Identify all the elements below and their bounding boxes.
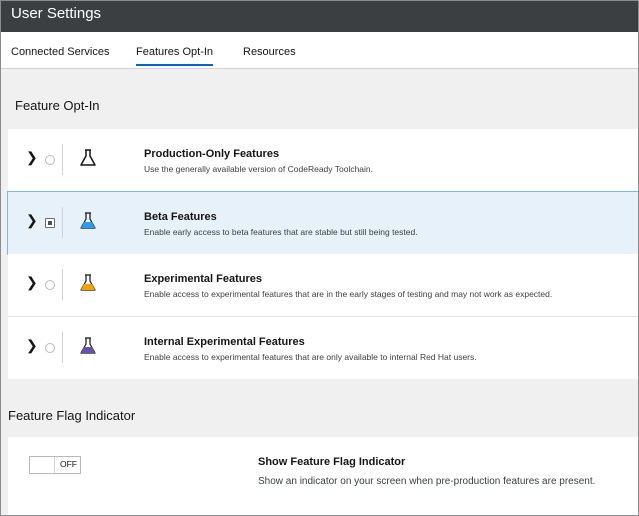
option-title: Experimental Features bbox=[144, 273, 262, 285]
divider bbox=[62, 332, 63, 363]
window-title: User Settings bbox=[11, 5, 102, 22]
radio-experimental[interactable] bbox=[45, 280, 55, 290]
flask-orange-icon bbox=[80, 274, 96, 291]
chevron-right-icon[interactable]: ❯ bbox=[26, 149, 38, 166]
divider bbox=[62, 269, 63, 300]
feature-flag-card: OFF Show Feature Flag Indicator Show an … bbox=[8, 437, 638, 515]
title-bar: User Settings bbox=[1, 1, 638, 32]
feature-optin-heading: Feature Opt-In bbox=[15, 98, 100, 113]
option-description: Enable early access to beta features tha… bbox=[144, 227, 418, 237]
tab-bar: Connected Services Features Opt-In Resou… bbox=[1, 32, 638, 69]
main-content: Feature Opt-In ❯ Production-Only Feature… bbox=[1, 69, 638, 515]
option-title: Beta Features bbox=[144, 211, 217, 223]
divider bbox=[62, 207, 63, 238]
radio-internal[interactable] bbox=[45, 343, 55, 353]
option-description: Use the generally available version of C… bbox=[144, 164, 374, 174]
divider bbox=[62, 144, 63, 175]
option-title: Internal Experimental Features bbox=[144, 336, 305, 348]
feature-flag-title: Show Feature Flag Indicator bbox=[258, 456, 406, 468]
option-row-production[interactable]: ❯ Production-Only Features Use the gener… bbox=[8, 129, 638, 192]
tab-connected-services[interactable]: Connected Services bbox=[11, 46, 109, 58]
radio-production[interactable] bbox=[45, 155, 55, 165]
option-row-beta[interactable]: ❯ Beta Features Enable early access to b… bbox=[7, 191, 638, 255]
option-row-internal[interactable]: ❯ Internal Experimental Features Enable … bbox=[8, 317, 638, 379]
radio-beta[interactable] bbox=[45, 218, 55, 228]
tab-features-opt-in[interactable]: Features Opt-In bbox=[136, 46, 214, 66]
feature-flag-description: Show an indicator on your screen when pr… bbox=[258, 476, 596, 487]
feature-flag-toggle[interactable]: OFF bbox=[29, 456, 81, 474]
toggle-state-label: OFF bbox=[60, 459, 77, 469]
flask-blue-icon bbox=[80, 212, 96, 229]
tab-resources[interactable]: Resources bbox=[243, 46, 296, 58]
option-description: Enable access to experimental features t… bbox=[144, 289, 553, 299]
flask-purple-icon bbox=[80, 337, 96, 354]
chevron-right-icon[interactable]: ❯ bbox=[26, 274, 38, 291]
option-title: Production-Only Features bbox=[144, 148, 280, 160]
chevron-right-icon[interactable]: ❯ bbox=[26, 337, 38, 354]
option-description: Enable access to experimental features t… bbox=[144, 352, 477, 362]
option-row-experimental[interactable]: ❯ Experimental Features Enable access to… bbox=[8, 254, 638, 317]
settings-window: User Settings Connected Services Feature… bbox=[0, 0, 639, 516]
feature-optin-list: ❯ Production-Only Features Use the gener… bbox=[7, 129, 638, 379]
flask-outline-icon bbox=[80, 149, 96, 166]
chevron-right-icon[interactable]: ❯ bbox=[26, 212, 38, 229]
feature-flag-heading: Feature Flag Indicator bbox=[8, 408, 136, 423]
toggle-knob bbox=[30, 457, 55, 473]
